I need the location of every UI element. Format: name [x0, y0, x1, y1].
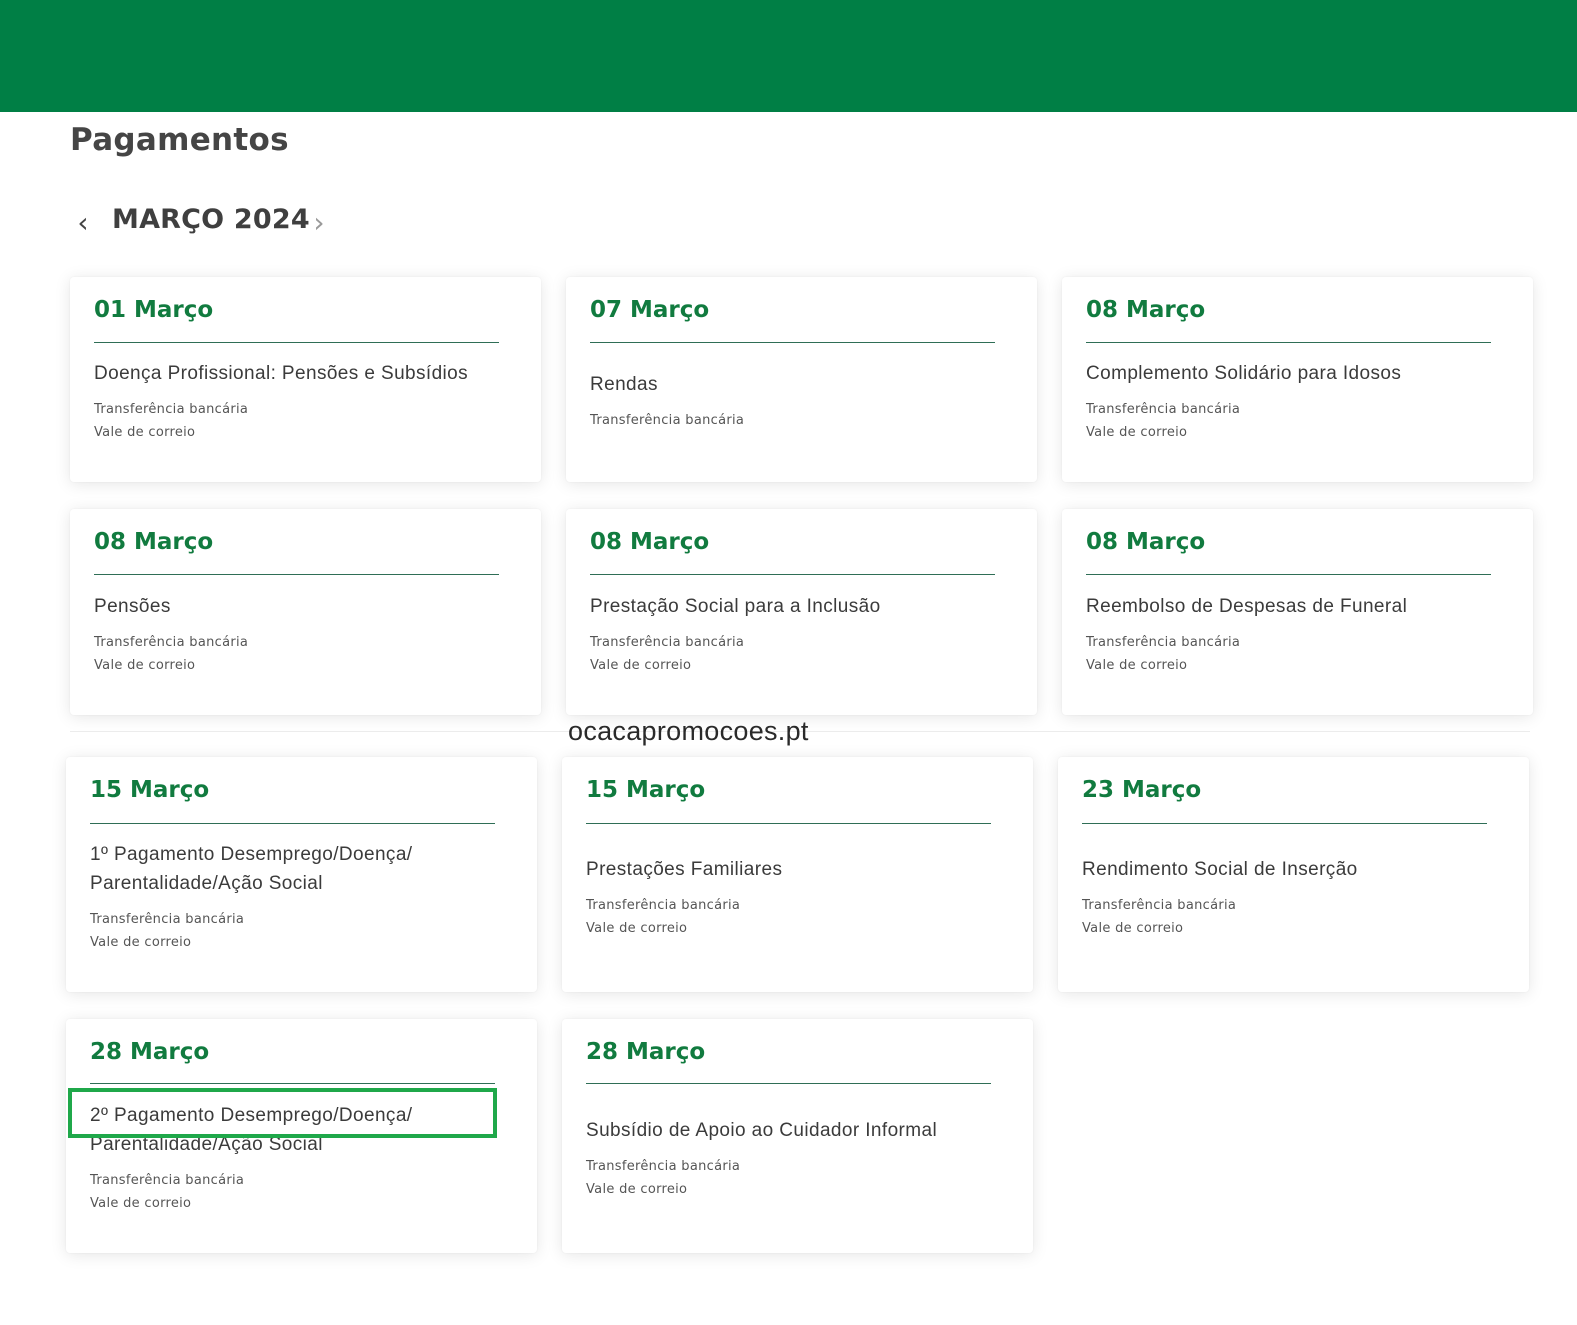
card-divider	[1082, 823, 1487, 824]
card-body: Subsídio de Apoio ao Cuidador Informal T…	[586, 1116, 1009, 1201]
card-body: Rendimento Social de Inserção Transferên…	[1082, 855, 1505, 940]
card-body: Pensões Transferência bancária Vale de c…	[94, 592, 517, 677]
card-divider	[94, 574, 499, 575]
chevron-left-icon[interactable]: ‹	[70, 200, 96, 246]
payment-method: Transferência bancária	[90, 912, 245, 927]
payment-date: 08 Março	[590, 529, 710, 555]
payment-method: Transferência bancária	[1082, 898, 1237, 913]
benefit-title: Prestação Social para a Inclusão	[590, 596, 881, 617]
payment-card[interactable]: 28 Março Subsídio de Apoio ao Cuidador I…	[562, 1019, 1033, 1253]
payment-date: 28 Março	[586, 1039, 706, 1065]
payment-method: Vale de correio	[90, 1196, 192, 1211]
chevron-right-icon[interactable]: ›	[306, 200, 332, 246]
benefit-title: Pensões	[94, 596, 171, 617]
card-body: Prestações Familiares Transferência banc…	[586, 855, 1009, 940]
payment-method: Transferência bancária	[590, 635, 745, 650]
payment-method: Transferência bancária	[94, 402, 249, 417]
card-divider	[590, 342, 995, 343]
payment-date: 08 Março	[1086, 529, 1206, 555]
card-body: Reembolso de Despesas de Funeral Transfe…	[1086, 592, 1509, 677]
card-body: Complemento Solidário para Idosos Transf…	[1086, 359, 1509, 444]
payment-card[interactable]: 08 Março Pensões Transferência bancária …	[70, 509, 541, 715]
card-body: Rendas Transferência bancária	[590, 370, 1013, 432]
payment-method: Transferência bancária	[90, 1173, 245, 1188]
payment-method: Transferência bancária	[586, 1159, 741, 1174]
payment-card[interactable]: 07 Março Rendas Transferência bancária	[566, 277, 1037, 482]
benefit-title: Rendimento Social de Inserção	[1082, 859, 1358, 880]
payment-card[interactable]: 08 Março Complemento Solidário para Idos…	[1062, 277, 1533, 482]
card-divider	[590, 574, 995, 575]
payment-method: Vale de correio	[1086, 658, 1188, 673]
benefit-title: Subsídio de Apoio ao Cuidador Informal	[586, 1120, 938, 1141]
card-divider	[94, 342, 499, 343]
payment-method: Vale de correio	[586, 1182, 688, 1197]
card-body: 1º Pagamento Desemprego/Doença/ Parental…	[90, 840, 467, 954]
payment-method: Vale de correio	[586, 921, 688, 936]
card-divider	[1086, 574, 1491, 575]
payment-card[interactable]: 08 Março Prestação Social para a Inclusã…	[566, 509, 1037, 715]
benefit-title: 1º Pagamento Desemprego/Doença/ Parental…	[90, 844, 413, 894]
header-bar	[0, 0, 1577, 112]
payment-method: Vale de correio	[94, 658, 196, 673]
page-title: Pagamentos	[70, 122, 289, 158]
current-month-label: MARÇO 2024	[112, 204, 310, 235]
card-divider	[90, 823, 495, 824]
payment-method: Transferência bancária	[586, 898, 741, 913]
payment-date: 15 Março	[90, 777, 210, 803]
payment-method: Vale de correio	[590, 658, 692, 673]
payment-method: Vale de correio	[1082, 921, 1184, 936]
watermark-text: ocacapromocoes.pt	[568, 716, 809, 746]
payment-date: 23 Março	[1082, 777, 1202, 803]
card-divider	[586, 823, 991, 824]
benefit-title: Reembolso de Despesas de Funeral	[1086, 596, 1408, 617]
payment-date: 07 Março	[590, 297, 710, 323]
card-divider	[586, 1083, 991, 1084]
payment-card[interactable]: 08 Março Reembolso de Despesas de Funera…	[1062, 509, 1533, 715]
payment-method: Transferência bancária	[94, 635, 249, 650]
payment-card[interactable]: 15 Março 1º Pagamento Desemprego/Doença/…	[66, 757, 537, 992]
card-body: Prestação Social para a Inclusão Transfe…	[590, 592, 1013, 677]
payment-card[interactable]: 23 Março Rendimento Social de Inserção T…	[1058, 757, 1529, 992]
payment-card[interactable]: 01 Março Doença Profissional: Pensões e …	[70, 277, 541, 482]
payment-date: 08 Março	[1086, 297, 1206, 323]
month-navigator: ‹ MARÇO 2024 ›	[70, 200, 390, 246]
payment-method: Transferência bancária	[1086, 635, 1241, 650]
payment-date: 08 Março	[94, 529, 214, 555]
payment-method: Transferência bancária	[1086, 402, 1241, 417]
card-divider	[1086, 342, 1491, 343]
payment-card[interactable]: 15 Março Prestações Familiares Transferê…	[562, 757, 1033, 992]
payment-method: Transferência bancária	[590, 413, 745, 428]
payment-method: Vale de correio	[94, 425, 196, 440]
card-body: Doença Profissional: Pensões e Subsídios…	[94, 359, 517, 444]
benefit-title: Complemento Solidário para Idosos	[1086, 363, 1402, 384]
card-divider	[90, 1083, 495, 1084]
benefit-title: Doença Profissional: Pensões e Subsídios	[94, 363, 469, 384]
benefit-title: Prestações Familiares	[586, 859, 783, 880]
payment-date: 15 Março	[586, 777, 706, 803]
payment-method: Vale de correio	[90, 935, 192, 950]
payment-date: 28 Março	[90, 1039, 210, 1065]
payment-method: Vale de correio	[1086, 425, 1188, 440]
highlight-annotation-box	[68, 1088, 497, 1138]
benefit-title: Rendas	[590, 374, 658, 395]
payment-date: 01 Março	[94, 297, 214, 323]
